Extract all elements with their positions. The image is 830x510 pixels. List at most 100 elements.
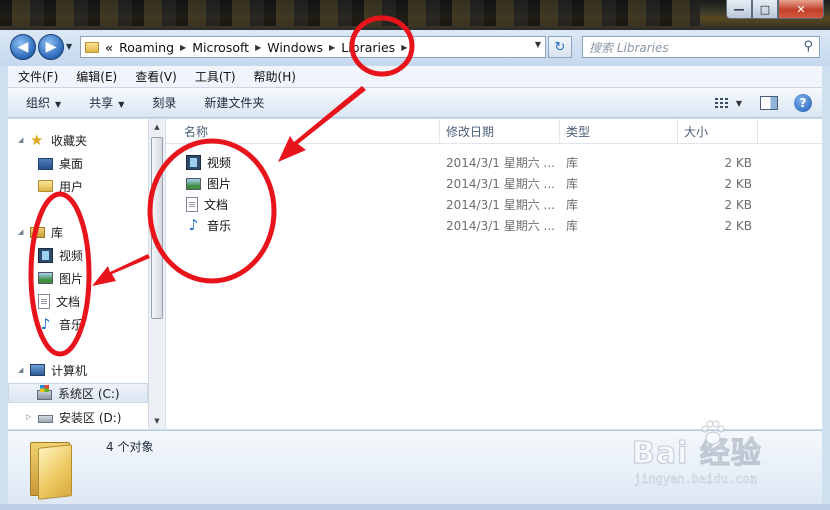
search-input[interactable]: 搜索 Libraries ⚲ bbox=[582, 36, 820, 58]
nav-item-pictures[interactable]: 图片 bbox=[38, 268, 83, 288]
menu-edit[interactable]: 编辑(E) bbox=[66, 68, 125, 85]
file-type: 库 bbox=[566, 219, 579, 233]
nav-group-label: 库 bbox=[51, 225, 64, 240]
file-size: 2 KB bbox=[724, 197, 752, 212]
organize-button[interactable]: 组织 ▼ bbox=[8, 94, 71, 111]
nav-group-libraries[interactable]: ◢ 库 bbox=[18, 222, 63, 242]
view-options-dropdown-icon[interactable]: ▼ bbox=[736, 99, 742, 108]
desktop-icon bbox=[38, 158, 53, 170]
breadcrumb-windows[interactable]: Windows bbox=[267, 40, 323, 55]
minimize-button[interactable]: — bbox=[726, 0, 752, 19]
file-type: 库 bbox=[566, 156, 579, 170]
refresh-button[interactable]: ↻ bbox=[548, 36, 572, 58]
table-row[interactable]: ♪ 音乐 2014/3/1 星期六 ... 库 2 KB bbox=[166, 215, 822, 236]
new-folder-button[interactable]: 新建文件夹 bbox=[186, 94, 274, 111]
column-header-size[interactable]: 大小 bbox=[678, 119, 758, 144]
nav-item-videos[interactable]: 视频 bbox=[38, 245, 83, 265]
video-library-icon bbox=[186, 155, 201, 170]
nav-group-label: 收藏夹 bbox=[51, 133, 88, 148]
nav-group-label: 计算机 bbox=[51, 363, 88, 378]
nav-item-music[interactable]: ♪ 音乐 bbox=[38, 314, 83, 334]
menu-file[interactable]: 文件(F) bbox=[8, 68, 66, 85]
collapse-arrow-icon[interactable]: ◢ bbox=[18, 366, 24, 374]
maximize-button[interactable]: □ bbox=[752, 0, 778, 19]
column-header-type[interactable]: 类型 bbox=[560, 119, 678, 144]
table-row[interactable]: 视频 2014/3/1 星期六 ... 库 2 KB bbox=[166, 152, 822, 173]
nav-group-computer[interactable]: ◢ 计算机 bbox=[18, 360, 87, 380]
close-button[interactable]: ✕ bbox=[778, 0, 824, 19]
file-name: 音乐 bbox=[207, 219, 232, 233]
file-type: 库 bbox=[566, 198, 579, 212]
folder-icon bbox=[30, 436, 76, 500]
breadcrumb-overflow[interactable]: « bbox=[105, 40, 113, 55]
help-icon[interactable]: ? bbox=[794, 94, 812, 112]
breadcrumb-separator-icon[interactable]: ▶ bbox=[180, 43, 186, 52]
recent-pages-dropdown[interactable]: ▼ bbox=[66, 42, 72, 51]
breadcrumb-separator-icon[interactable]: ▶ bbox=[255, 43, 261, 52]
forward-button[interactable]: ▶ bbox=[38, 34, 64, 60]
column-header-name[interactable]: 名称 bbox=[178, 119, 440, 144]
file-date: 2014/3/1 星期六 ... bbox=[446, 156, 555, 170]
search-placeholder: 搜索 Libraries bbox=[589, 40, 669, 55]
table-row[interactable]: 文档 2014/3/1 星期六 ... 库 2 KB bbox=[166, 194, 822, 215]
breadcrumb-separator-icon[interactable]: ▶ bbox=[329, 43, 335, 52]
nav-item-drive-d[interactable]: ▷ 安装区 (D:) bbox=[26, 407, 121, 427]
computer-icon bbox=[30, 364, 45, 376]
menu-view[interactable]: 查看(V) bbox=[125, 68, 185, 85]
nav-item-desktop[interactable]: 桌面 bbox=[38, 153, 83, 173]
expand-arrow-icon[interactable]: ▷ bbox=[26, 413, 32, 421]
music-library-icon: ♪ bbox=[40, 314, 51, 333]
chevron-down-icon: ▼ bbox=[118, 100, 125, 109]
breadcrumb-separator-icon[interactable]: ▶ bbox=[401, 43, 407, 52]
document-library-icon bbox=[38, 293, 50, 309]
command-toolbar: 组织 ▼ 共享 ▼ 刻录 新建文件夹 ▼ ? bbox=[8, 88, 822, 118]
nav-item-label: 文档 bbox=[56, 294, 81, 309]
nav-item-user[interactable]: 用户 bbox=[38, 176, 83, 196]
file-name: 文档 bbox=[204, 198, 229, 212]
file-name: 图片 bbox=[207, 177, 232, 191]
file-size: 2 KB bbox=[724, 155, 752, 170]
nav-item-drive-c[interactable]: 系统区 (C:) bbox=[8, 383, 148, 403]
nav-item-documents[interactable]: 文档 bbox=[38, 291, 80, 311]
folder-icon bbox=[38, 180, 53, 192]
file-size: 2 KB bbox=[724, 176, 752, 191]
star-icon: ★ bbox=[30, 130, 44, 149]
menu-tools[interactable]: 工具(T) bbox=[185, 68, 244, 85]
navigation-pane-scrollbar[interactable]: ▲ ▼ bbox=[148, 119, 165, 429]
nav-item-label: 音乐 bbox=[59, 317, 84, 332]
search-icon[interactable]: ⚲ bbox=[803, 39, 813, 54]
menu-bar: 文件(F) 编辑(E) 查看(V) 工具(T) 帮助(H) bbox=[8, 66, 822, 88]
scroll-down-icon[interactable]: ▼ bbox=[149, 413, 165, 429]
share-button[interactable]: 共享 ▼ bbox=[71, 94, 134, 111]
file-date: 2014/3/1 星期六 ... bbox=[446, 177, 555, 191]
refresh-icon: ↻ bbox=[554, 39, 566, 55]
file-date: 2014/3/1 星期六 ... bbox=[446, 219, 555, 233]
object-count: 4 个对象 bbox=[106, 440, 154, 454]
nav-item-label: 桌面 bbox=[59, 156, 84, 171]
address-dropdown-icon[interactable]: ▼ bbox=[535, 40, 541, 49]
breadcrumb-libraries[interactable]: Libraries bbox=[341, 40, 395, 55]
back-button[interactable]: ◀ bbox=[10, 34, 36, 60]
change-view-icon[interactable] bbox=[712, 96, 730, 110]
preview-pane-icon[interactable] bbox=[760, 96, 778, 110]
window-controls: — □ ✕ bbox=[726, 0, 824, 19]
organize-label: 组织 bbox=[26, 96, 51, 110]
address-bar[interactable]: « Roaming ▶ Microsoft ▶ Windows ▶ Librar… bbox=[80, 36, 546, 58]
collapse-arrow-icon[interactable]: ◢ bbox=[18, 228, 24, 236]
scrollbar-thumb[interactable] bbox=[151, 137, 163, 319]
table-row[interactable]: 图片 2014/3/1 星期六 ... 库 2 KB bbox=[166, 173, 822, 194]
toolbar-right: ▼ ? bbox=[712, 94, 812, 112]
column-header-date[interactable]: 修改日期 bbox=[440, 119, 560, 144]
scroll-up-icon[interactable]: ▲ bbox=[149, 119, 165, 135]
arrow-left-icon: ◀ bbox=[17, 39, 29, 55]
nav-group-favorites[interactable]: ◢ ★ 收藏夹 bbox=[18, 130, 87, 150]
breadcrumb-microsoft[interactable]: Microsoft bbox=[192, 40, 249, 55]
breadcrumb-roaming[interactable]: Roaming bbox=[119, 40, 174, 55]
nav-item-label: 视频 bbox=[59, 248, 84, 263]
menu-help[interactable]: 帮助(H) bbox=[244, 68, 304, 85]
file-name: 视频 bbox=[207, 156, 232, 170]
burn-button[interactable]: 刻录 bbox=[134, 94, 186, 111]
collapse-arrow-icon[interactable]: ◢ bbox=[18, 136, 24, 144]
title-bar-background bbox=[0, 0, 700, 26]
file-list: 名称 修改日期 类型 大小 视频 2014/3/1 星期六 ... 库 2 KB… bbox=[166, 119, 822, 429]
